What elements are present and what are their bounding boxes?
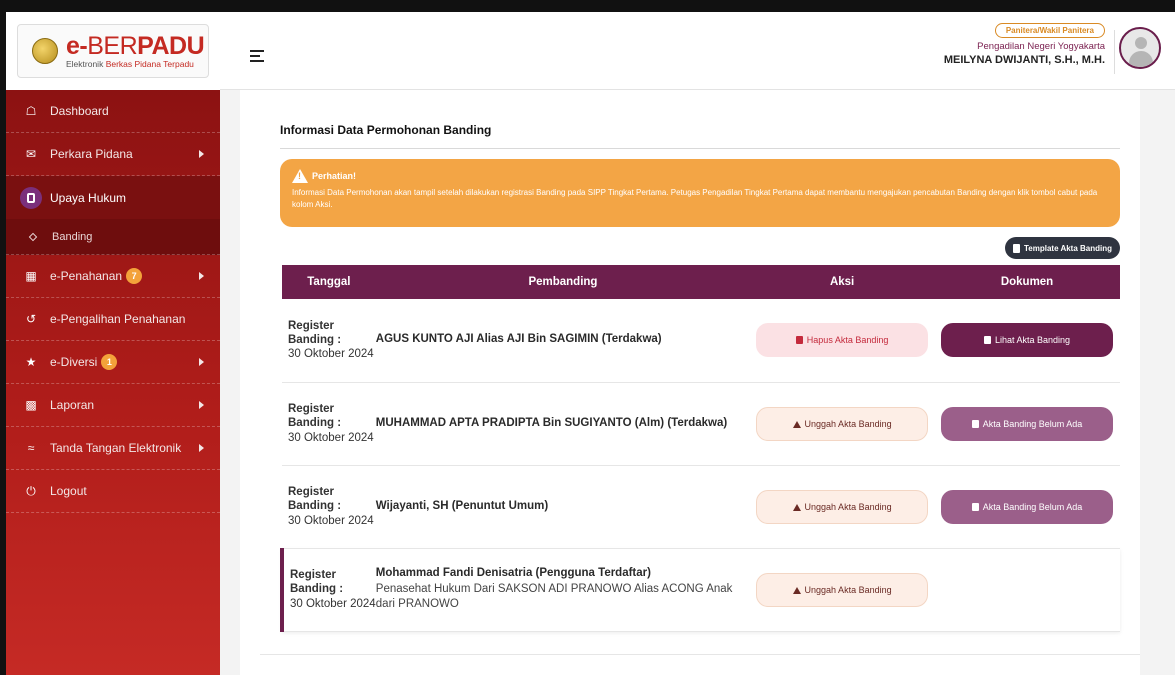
sidebar-subitem-banding[interactable]: Banding (6, 219, 220, 255)
pembanding-cell: Wijayanti, SH (Penuntut Umum) (375, 465, 751, 549)
akta-belum-ada-button[interactable]: Akta Banding Belum Ada (941, 406, 1114, 441)
brand-title: e-BERPADU (66, 31, 205, 60)
sidebar-item-tanda-tangan[interactable]: ≈ Tanda Tangan Elektronik (6, 427, 220, 470)
top-header: e-BERPADU Elektronik Berkas Pidana Terpa… (6, 12, 1175, 90)
warning-icon (292, 169, 308, 183)
column-header: Dokumen (934, 265, 1120, 299)
alert-title: Perhatian! (312, 171, 357, 181)
chart-icon: ▩ (25, 398, 37, 412)
title-divider (280, 148, 1120, 149)
pembanding-cell: MUHAMMAD APTA PRADIPTA Bin SUGIYANTO (Al… (375, 382, 751, 466)
court-emblem-icon (32, 38, 58, 64)
file-icon (971, 502, 979, 511)
table-row: Register Banding :30 Oktober 2024 MUHAMM… (282, 382, 1120, 466)
brand-logo[interactable]: e-BERPADU Elektronik Berkas Pidana Terpa… (17, 24, 209, 78)
archive-icon (983, 336, 991, 345)
upload-icon (792, 420, 801, 428)
chevron-right-icon (199, 444, 204, 452)
sidebar: ☖ Dashboard ✉ Perkara Pidana Upaya Hukum… (6, 90, 220, 675)
banding-table: Tanggal Pembanding Aksi Dokumen Register… (280, 265, 1120, 632)
table-row: Register Banding :30 Oktober 2024 AGUS K… (282, 299, 1120, 383)
table-row: Register Banding :30 Oktober 2024 Mohamm… (280, 548, 1120, 632)
page-title: Informasi Data Permohonan Banding (280, 123, 492, 137)
sidebar-item-laporan[interactable]: ▩ Laporan (6, 384, 220, 427)
pembanding-cell: Mohammad Fandi Denisatria (Pengguna Terd… (375, 548, 751, 632)
date-cell: Register Banding :30 Oktober 2024 (282, 465, 376, 549)
grid-icon: ▦ (25, 269, 37, 283)
power-icon: ⏻ (26, 483, 36, 498)
column-header: Pembanding (375, 265, 751, 299)
chevron-right-icon (199, 358, 204, 366)
unggah-akta-button[interactable]: Unggah Akta Banding (756, 406, 929, 441)
upload-icon (792, 503, 801, 511)
date-cell: Register Banding :30 Oktober 2024 (282, 299, 376, 383)
warning-alert: Perhatian! Informasi Data Permohonan aka… (280, 159, 1120, 227)
role-badge: Panitera/Wakil Panitera (994, 23, 1105, 38)
date-cell: Register Banding :30 Oktober 2024 (282, 382, 376, 466)
user-name: MEILYNA DWIJANTI, S.H., M.H. (943, 54, 1105, 66)
content-divider (260, 654, 1140, 655)
file-icon (971, 419, 979, 428)
unggah-akta-button[interactable]: Unggah Akta Banding (756, 572, 929, 607)
date-cell: Register Banding :30 Oktober 2024 (280, 548, 376, 632)
lihat-akta-button[interactable]: Lihat Akta Banding (941, 323, 1114, 358)
upload-icon (792, 586, 801, 594)
brand-area: e-BERPADU Elektronik Berkas Pidana Terpa… (6, 12, 220, 90)
sidebar-item-dashboard[interactable]: ☖ Dashboard (6, 90, 220, 133)
column-header: Tanggal (282, 265, 376, 299)
trash-icon (795, 336, 803, 345)
brand-subtitle: Elektronik Berkas Pidana Terpadu (66, 58, 194, 69)
signature-icon: ≈ (27, 441, 35, 455)
diamond-icon (28, 232, 38, 241)
chevron-right-icon (199, 401, 204, 409)
table-row: Register Banding :30 Oktober 2024 Wijaya… (282, 465, 1120, 549)
unggah-akta-button[interactable]: Unggah Akta Banding (756, 489, 929, 524)
template-akta-button[interactable]: Template Akta Banding (1004, 237, 1120, 259)
akta-belum-ada-button[interactable]: Akta Banding Belum Ada (941, 489, 1114, 524)
count-badge: 7 (126, 268, 143, 284)
user-avatar[interactable] (1119, 27, 1161, 69)
chevron-right-icon (199, 150, 204, 158)
home-icon: ☖ (25, 104, 37, 118)
user-info: Panitera/Wakil Panitera Pengadilan Neger… (944, 20, 1105, 66)
header-divider (1114, 30, 1115, 74)
history-icon: ↺ (25, 312, 37, 326)
sidebar-item-e-diversi[interactable]: ★ e-Diversi 1 (6, 341, 220, 384)
sidebar-item-logout[interactable]: ⏻ Logout (6, 470, 220, 513)
file-icon (1012, 243, 1020, 253)
main-content: Informasi Data Permohonan Banding Perhat… (240, 90, 1140, 675)
alert-text: Informasi Data Permohonan akan tampil se… (292, 188, 1098, 209)
menu-toggle-icon[interactable] (250, 50, 264, 65)
empty-doc-cell (934, 548, 1120, 632)
count-badge: 1 (101, 354, 118, 370)
inbox-icon: ✉ (25, 147, 37, 161)
document-icon (20, 186, 42, 209)
sidebar-item-upaya-hukum[interactable]: Upaya Hukum (6, 176, 220, 219)
pembanding-cell: AGUS KUNTO AJI Alias AJI Bin SAGIMIN (Te… (375, 299, 751, 383)
hapus-akta-button[interactable]: Hapus Akta Banding (756, 323, 929, 358)
chevron-right-icon (199, 272, 204, 280)
column-header: Aksi (750, 265, 935, 299)
court-name: Pengadilan Negeri Yogyakarta (977, 41, 1105, 52)
sidebar-item-e-pengalihan-penahanan[interactable]: ↺ e-Pengalihan Penahanan (6, 298, 220, 341)
star-icon: ★ (25, 355, 37, 369)
sidebar-item-perkara-pidana[interactable]: ✉ Perkara Pidana (6, 133, 220, 176)
sidebar-item-e-penahanan[interactable]: ▦ e-Penahanan 7 (6, 255, 220, 298)
